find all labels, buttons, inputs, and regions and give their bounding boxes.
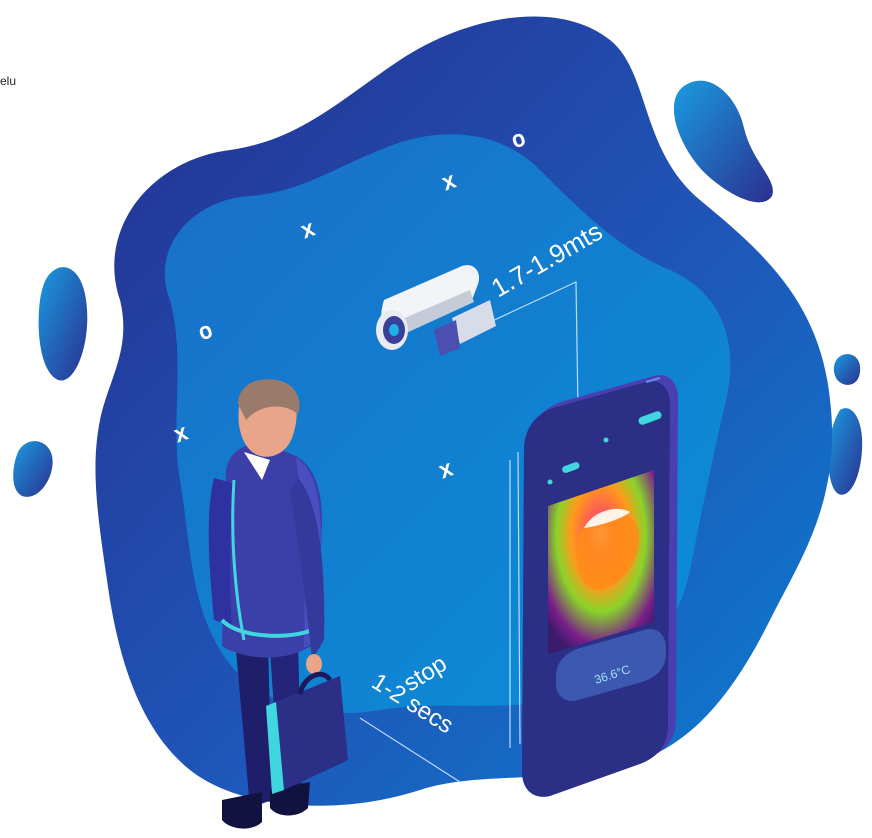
blob-right-small [833,354,861,385]
blob-right-tall [828,408,863,495]
blob-left-upper [38,267,88,381]
device-sensor [603,437,609,443]
blob-top-right [673,80,773,203]
blob-left-lower [13,441,53,497]
thermal-scanner-device: 36.6°C [522,375,678,797]
illustration-scene: elu x x x x o o 1.7-1.9mts 36.6°C stop 1… [0,0,872,838]
illustration-canvas: x x x x o o 1.7-1.9mts 36.6°C stop 1-2 s… [13,16,863,829]
